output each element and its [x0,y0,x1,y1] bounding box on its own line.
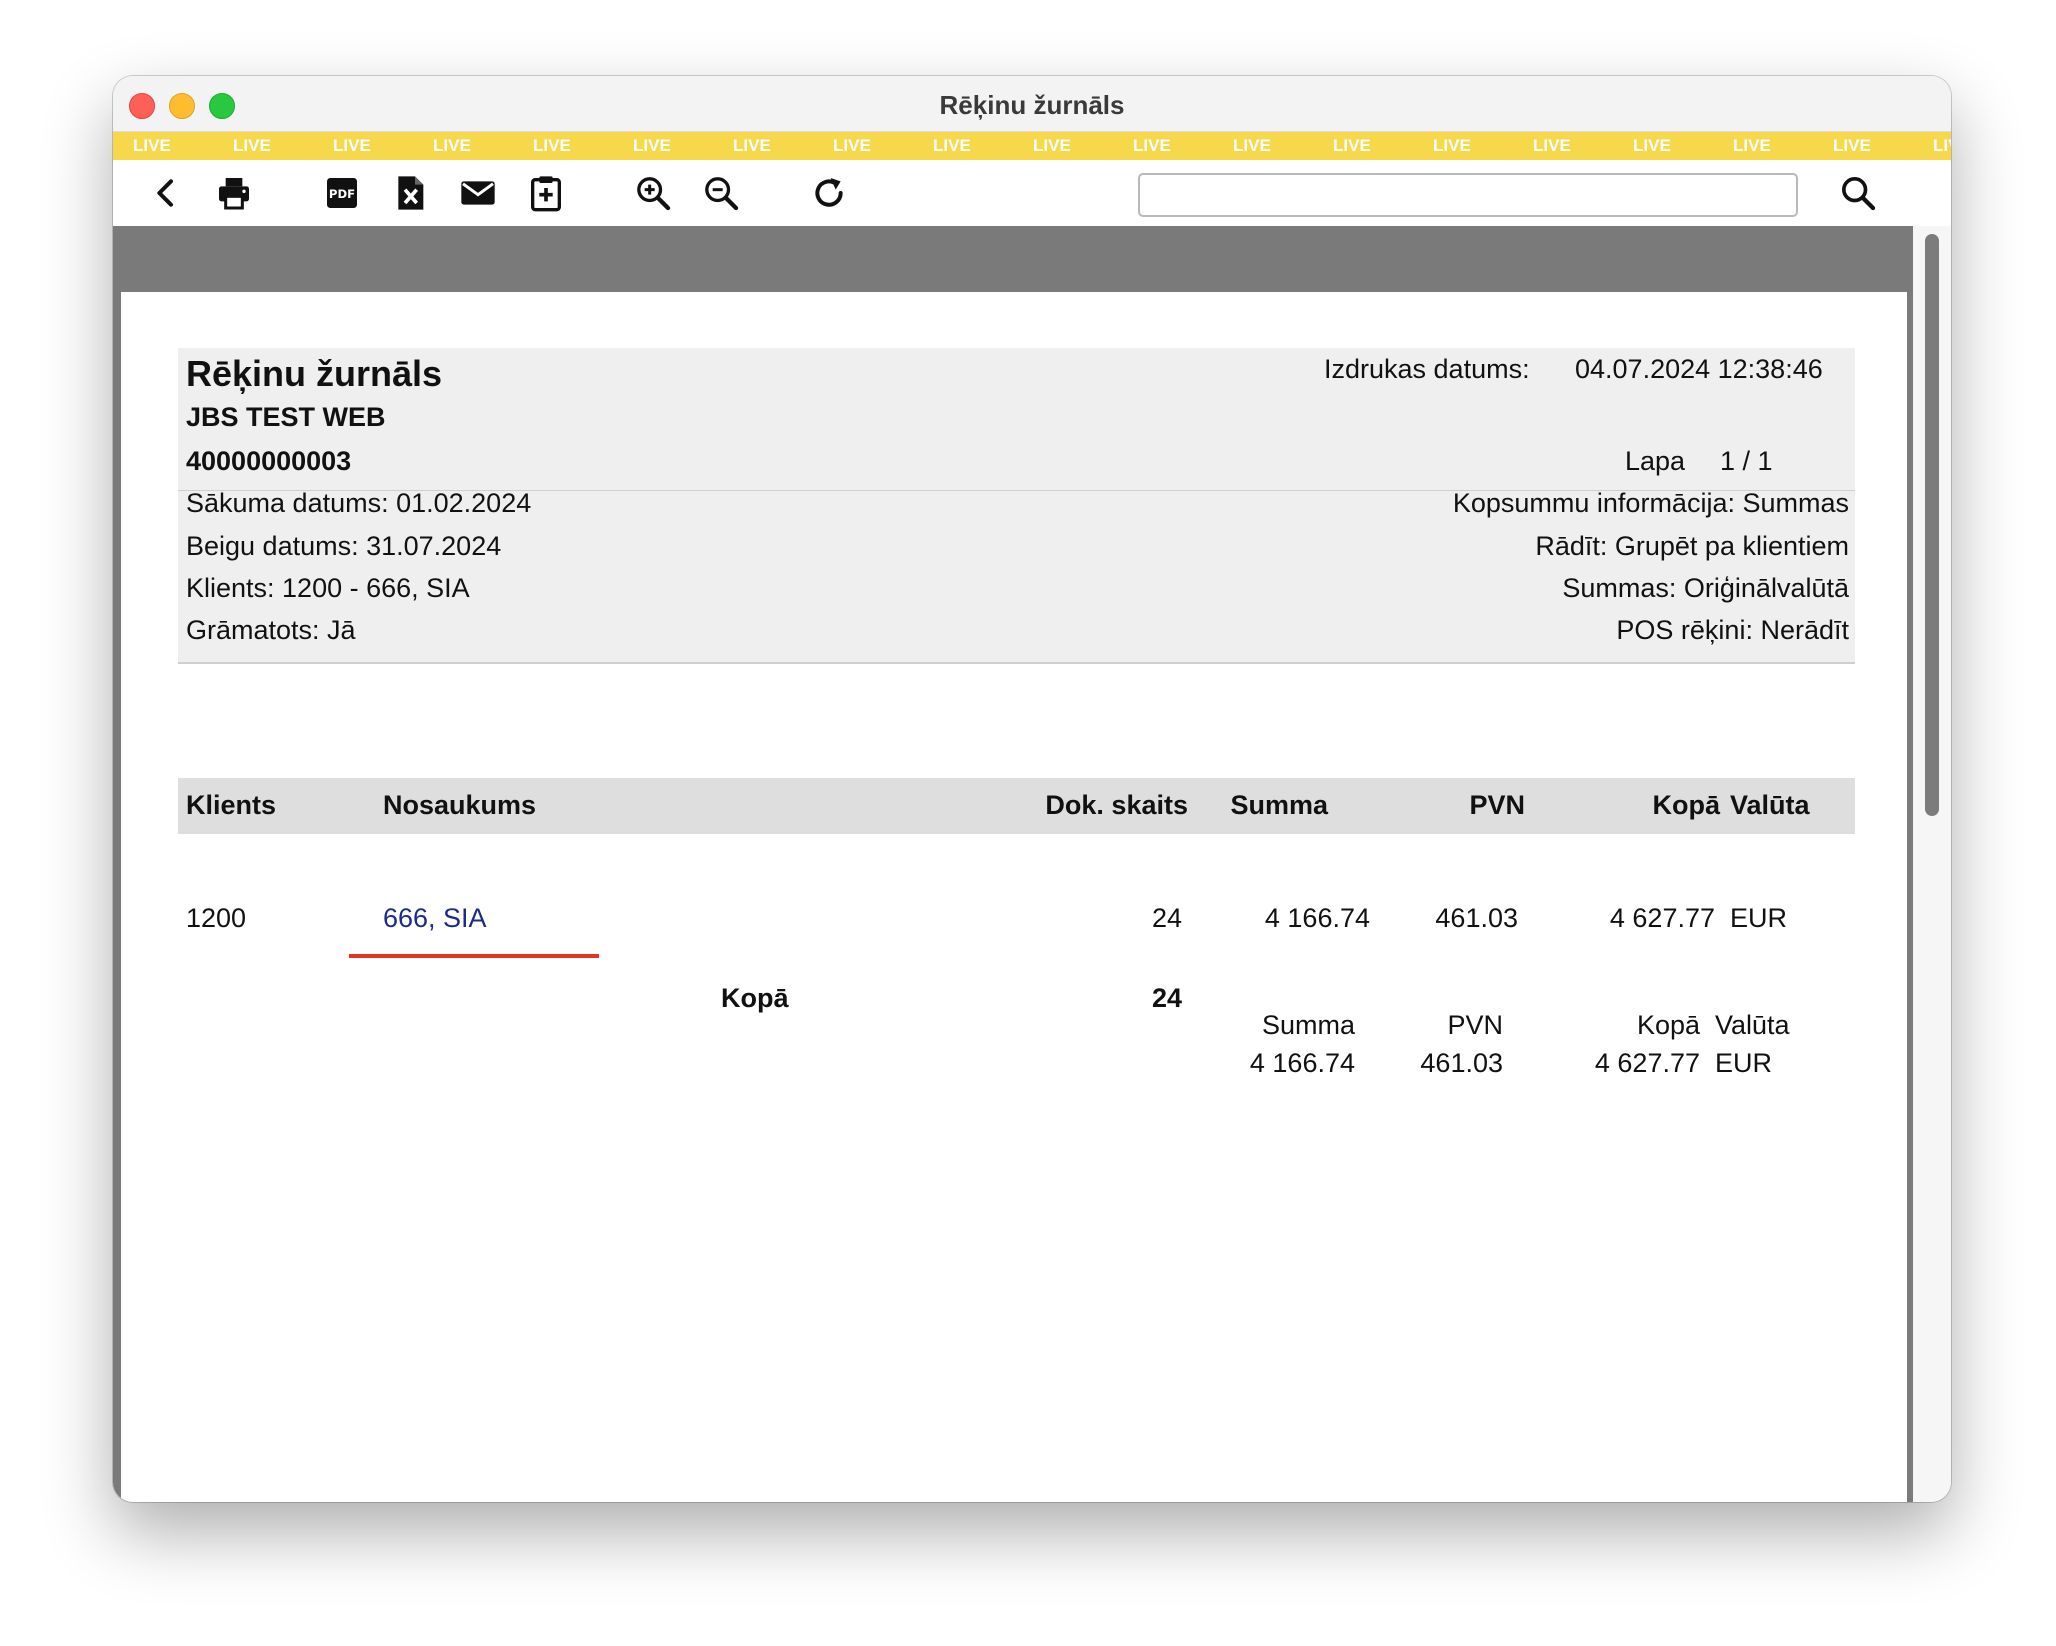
filter-end-date: Beigu datums: 31.07.2024 [186,531,502,561]
pdf-icon: PDF [327,178,357,208]
zoom-out-button[interactable] [692,160,750,226]
report-title: Rēķinu žurnāls [186,353,443,394]
row-currency: EUR [1730,903,1788,933]
row-vat: 461.03 [1435,903,1518,933]
live-label: LIVE [1633,136,1671,155]
refresh-icon [815,178,843,207]
row-client-name-link[interactable]: 666, SIA [383,903,487,934]
totals-currency-value: EUR [1715,1048,1773,1078]
row-sum: 4 166.74 [1264,903,1370,933]
clipboard-add-button[interactable] [517,160,575,226]
company-name: JBS TEST WEB [186,402,386,432]
filter-show: Rādīt: Grupēt pa klientiem [1535,531,1849,561]
chevron-left-icon [157,179,173,207]
filter-posted: Grāmatots: Jā [186,615,356,645]
live-environment-strip: LIVE LIVE LIVE LIVE LIVE LIVE LIVE LIVE … [113,132,1951,160]
search-input[interactable] [1138,173,1798,217]
scrollbar-thumb[interactable] [1925,234,1939,816]
live-label: LIVE [833,136,871,155]
column-header-doc-count: Dok. skaits [1045,790,1188,820]
live-label: LIVE [733,136,771,155]
live-label: LIVE [1933,136,1951,155]
zoom-in-button[interactable] [624,160,682,226]
totals-total-header: Kopā [1636,1010,1700,1040]
totals-doc-count: 24 [1151,983,1182,1013]
print-button[interactable] [205,160,263,226]
row-doc-count: 24 [1151,903,1182,933]
filter-amounts: Summas: Oriģinālvalūtā [1562,573,1849,603]
column-header-currency: Valūta [1730,790,1810,820]
live-label: LIVE [433,136,471,155]
live-label: LIVE [133,136,171,155]
live-label: LIVE [533,136,571,155]
title-bar: Rēķinu žurnāls [113,76,1951,132]
live-label: LIVE [1833,136,1871,155]
window-title: Rēķinu žurnāls [939,90,1125,120]
report-window: Rēķinu žurnāls LIVE LIVE LIVE LIVE LIVE … [113,76,1951,1502]
column-header-total: Kopā [1652,790,1721,820]
print-date-value: 04.07.2024 12:38:46 [1575,354,1823,384]
live-label: LIVE [1233,136,1271,155]
registration-number: 40000000003 [186,446,352,476]
live-label: LIVE [333,136,371,155]
live-label: LIVE [1333,136,1371,155]
totals-total-value: 4 627.77 [1594,1048,1700,1078]
link-underline-marker [349,954,599,958]
live-label: LIVE [633,136,671,155]
back-button[interactable] [137,160,195,226]
report-page: Rēķinu žurnāls JBS TEST WEB 40000000003 … [121,292,1907,1502]
report-header: Rēķinu žurnāls JBS TEST WEB 40000000003 … [178,348,1855,664]
totals-label: Kopā [721,983,789,1013]
live-label: LIVE [933,136,971,155]
column-header-sum: Summa [1230,790,1328,820]
excel-file-icon [398,176,424,210]
filter-pos-invoices: POS rēķini: Nerādīt [1616,615,1849,645]
totals-vat-value: 461.03 [1420,1048,1503,1078]
totals-vat-header: PVN [1447,1010,1503,1040]
live-label: LIVE [1033,136,1071,155]
refresh-button[interactable] [800,160,858,226]
column-header-client: Klients [186,790,277,820]
filter-start-date: Sākuma datums: 01.02.2024 [186,488,532,518]
row-total: 4 627.77 [1609,903,1715,933]
email-button[interactable] [449,160,507,226]
zoom-out-icon [705,177,739,211]
totals-sum-header: Summa [1261,1010,1355,1040]
vertical-scrollbar[interactable] [1913,226,1951,1502]
excel-button[interactable] [381,160,439,226]
print-date-label: Izdrukas datums: [1324,354,1530,384]
column-header-name: Nosaukums [383,790,537,820]
column-header-vat: PVN [1469,790,1525,820]
row-client-code: 1200 [186,903,247,933]
filter-client: Klients: 1200 - 666, SIA [186,573,470,603]
svg-text:PDF: PDF [329,187,355,201]
table-header: Klients Nosaukums Dok. skaits Summa PVN … [178,778,1855,834]
filter-totals-info: Kopsummu informācija: Summas [1452,488,1849,518]
page-label: Lapa [1625,446,1686,476]
search-button[interactable] [1829,160,1887,226]
pdf-button[interactable]: PDF [313,160,371,226]
page-number: 1 / 1 [1720,446,1773,476]
live-label: LIVE [1533,136,1571,155]
live-label: LIVE [233,136,271,155]
live-label: LIVE [1433,136,1471,155]
envelope-icon [461,181,495,205]
totals-sum-value: 4 166.74 [1249,1048,1355,1078]
clipboard-plus-icon [531,176,561,212]
zoom-in-icon [637,177,671,211]
totals-currency-header: Valūta [1715,1010,1790,1040]
search-icon [1842,177,1876,211]
printer-icon [219,178,249,210]
live-label: LIVE [1733,136,1771,155]
live-label: LIVE [1133,136,1171,155]
